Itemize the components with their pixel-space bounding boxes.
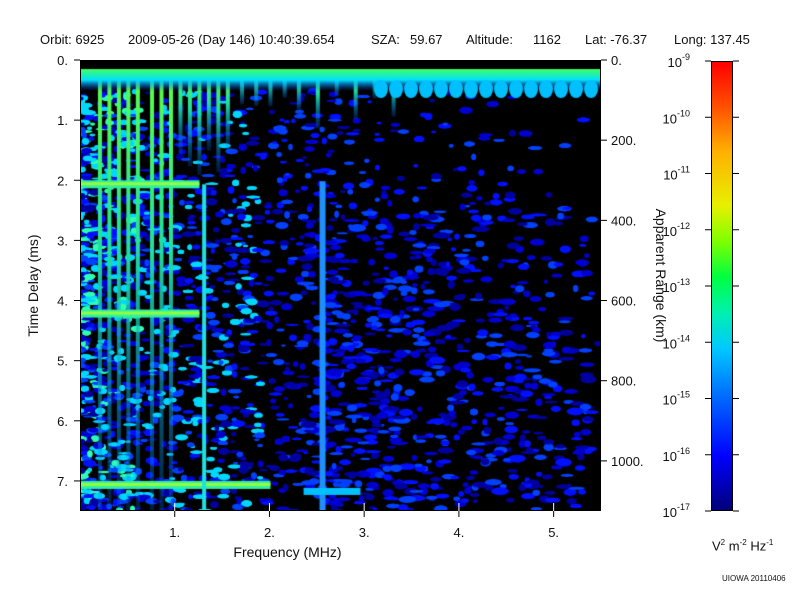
- colorbar: [711, 61, 733, 511]
- colorbar-tick-label: 10-12: [663, 221, 690, 239]
- colorbar-tick-label: 10-9: [668, 52, 690, 70]
- y2-tick-label: 600.: [611, 294, 636, 309]
- y-tick-label: 2.: [57, 173, 68, 188]
- x-tick-label: 5.: [548, 525, 559, 540]
- y2-tick-label: 1000.: [611, 454, 644, 469]
- x-tick-label: 1.: [169, 525, 180, 540]
- colorbar-tick-label: 10-14: [663, 333, 690, 351]
- y-tick-label: 5.: [57, 354, 68, 369]
- y-tick-label: 7.: [57, 474, 68, 489]
- colorbar-tick-label: 10-17: [663, 502, 690, 520]
- x-tick-label: 4.: [453, 525, 464, 540]
- colorbar-tick-label: 10-15: [663, 390, 690, 408]
- y-axis-title: Time Delay (ms): [25, 234, 41, 336]
- colorbar-unit: V2 m-2 Hz-1: [712, 538, 774, 554]
- y2-tick-label: 800.: [611, 374, 636, 389]
- colorbar-tick-label: 10-16: [663, 446, 690, 464]
- colorbar-tick-label: 10-10: [663, 108, 690, 126]
- y-tick-label: 0.: [57, 53, 68, 68]
- credit-label: UIOWA 20110406: [722, 574, 786, 583]
- y-tick-label: 4.: [57, 294, 68, 309]
- plot-axes: 1. 2. 3. 4. 5. 0. 1. 2. 3. 4. 5. 6. 7. 0. 200. 400. 600.…: [25, 52, 739, 560]
- y2-tick-label: 400.: [611, 213, 636, 228]
- x-tick-label: 3.: [359, 525, 370, 540]
- y2-tick-label: 200.: [611, 133, 636, 148]
- y-tick-label: 3.: [57, 233, 68, 248]
- colorbar-tick-label: 10-11: [663, 165, 690, 183]
- x-tick-label: 2.: [264, 525, 275, 540]
- y2-tick-label: 0.: [611, 53, 622, 68]
- y-tick-label: 6.: [57, 414, 68, 429]
- y-tick-label: 1.: [57, 113, 68, 128]
- x-axis-title: Frequency (MHz): [233, 544, 341, 560]
- colorbar-tick-label: 10-13: [663, 277, 690, 295]
